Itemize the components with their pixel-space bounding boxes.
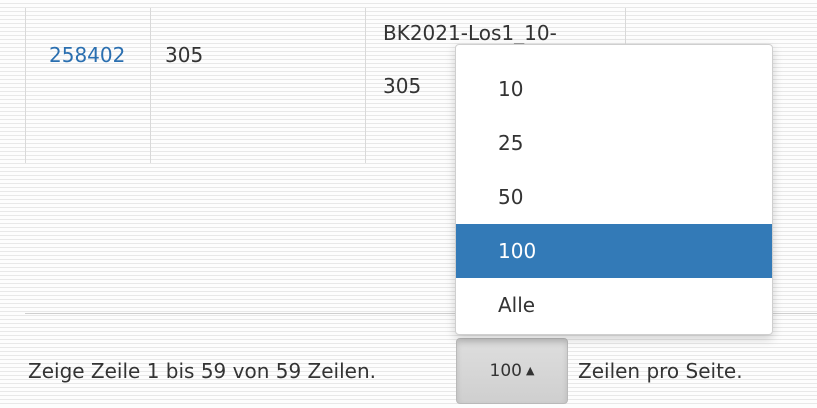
- table-column-divider: [150, 8, 151, 163]
- caret-up-icon: ▲: [525, 364, 535, 377]
- page-size-dropdown: 10 25 50 100 Alle: [455, 44, 773, 335]
- pagination-bar: Zeige Zeile 1 bis 59 von 59 Zeilen. 100 ▲…: [28, 338, 817, 408]
- row-id-link[interactable]: 258402: [49, 43, 125, 67]
- page-size-button[interactable]: 100 ▲: [456, 338, 568, 404]
- pagination-info: Zeige Zeile 1 bis 59 von 59 Zeilen.: [28, 359, 376, 383]
- page-size-value: 100: [489, 361, 522, 381]
- table-column-divider: [365, 8, 366, 163]
- page-size-option-all[interactable]: Alle: [456, 278, 772, 332]
- page-size-option-10[interactable]: 10: [456, 62, 772, 116]
- row-cell-number: 305: [165, 43, 204, 67]
- row-cell-code-line1: BK2021-Los1_10-: [383, 21, 557, 45]
- page-size-option-100[interactable]: 100: [456, 224, 772, 278]
- per-page-label: Zeilen pro Seite.: [578, 359, 743, 383]
- page-size-option-50[interactable]: 50: [456, 170, 772, 224]
- page-size-option-25[interactable]: 25: [456, 116, 772, 170]
- table-column-divider: [25, 8, 26, 163]
- row-cell-code-line2: 305: [383, 74, 422, 98]
